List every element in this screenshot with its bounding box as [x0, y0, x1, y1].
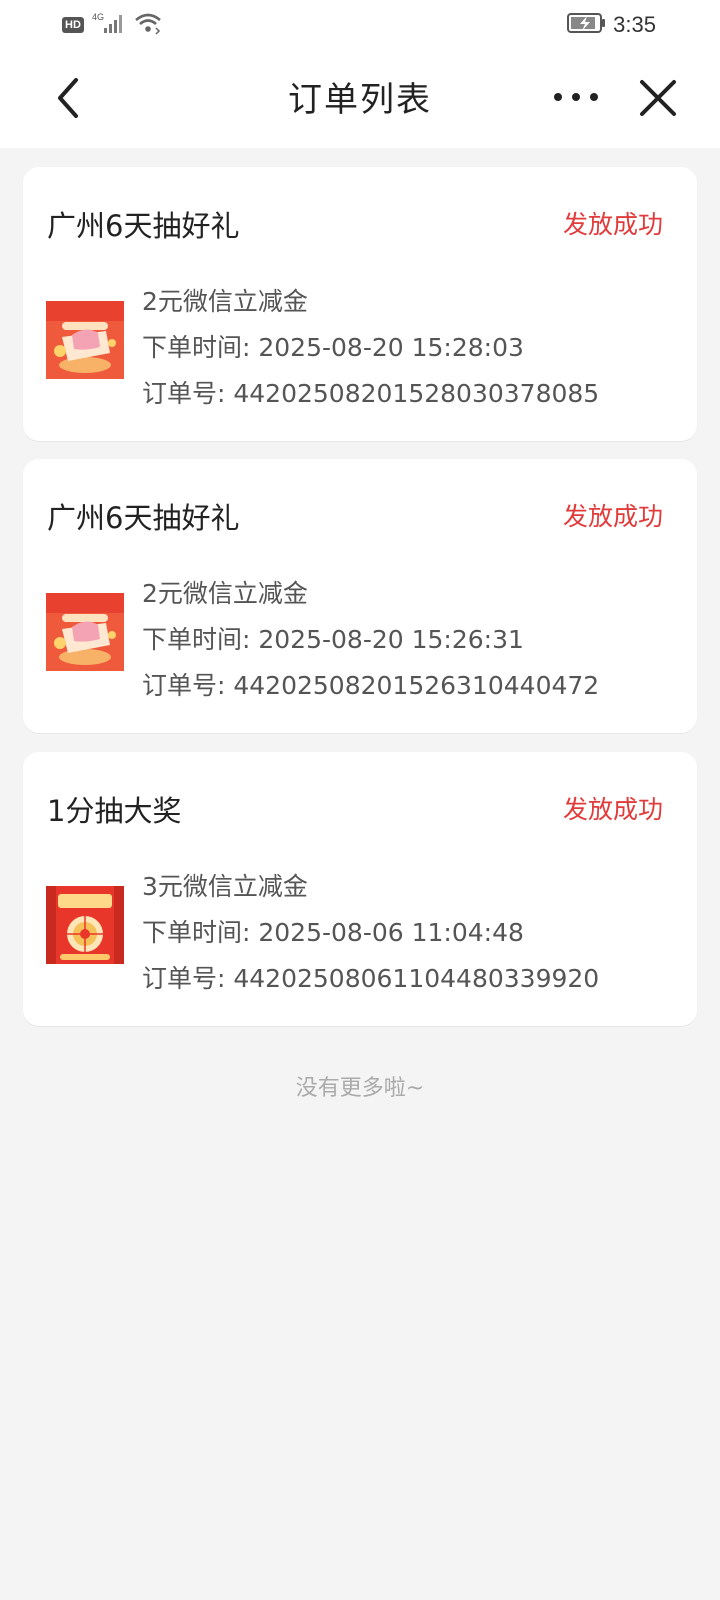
- order-details: 2元微信立减金 下单时间: 2025-08-20 15:26:31 订单号: 4…: [142, 571, 599, 709]
- signal-icon: 4G: [92, 11, 126, 39]
- order-number: 订单号: 44202508061104480339920: [142, 964, 600, 993]
- order-card[interactable]: 1分抽大奖 发放成功 3元微信立减金 下单时间: 2025-08-06 11:0…: [23, 752, 697, 1026]
- order-status: 发放成功: [562, 795, 663, 824]
- page-title: 订单列表: [288, 80, 432, 120]
- order-title: 广州6天抽好礼: [47, 209, 240, 243]
- svg-text:4G: 4G: [92, 12, 104, 22]
- wifi-icon: [134, 11, 162, 39]
- order-time: 下单时间: 2025-08-20 15:28:03: [142, 333, 524, 362]
- order-time: 下单时间: 2025-08-06 11:04:48: [142, 918, 524, 947]
- customer-gift-thumbnail: [46, 301, 124, 379]
- order-number: 订单号: 44202508201526310440472: [142, 671, 600, 700]
- order-status: 发放成功: [562, 210, 663, 239]
- customer-gift-thumbnail: [46, 593, 124, 671]
- clock: 3:35: [613, 12, 656, 37]
- close-button[interactable]: [636, 76, 680, 120]
- order-card[interactable]: 广州6天抽好礼 发放成功 2元微信立减金 下单时间: 2025-08-20 15…: [23, 459, 697, 733]
- more-dots-icon: [554, 93, 598, 101]
- order-item: 2元微信立减金: [142, 287, 308, 316]
- order-number: 订单号: 4420250820152803037808​5: [142, 379, 600, 408]
- hd-icon: HD: [62, 17, 84, 33]
- order-item: 2元微信立减金: [142, 579, 308, 608]
- status-bar-right: 3:35: [567, 10, 656, 40]
- close-icon: [640, 80, 676, 116]
- no-more-text: 没有更多啦~: [295, 1076, 425, 1101]
- order-title: 1分抽大奖: [47, 794, 182, 828]
- nav-bar: 订单列表: [0, 50, 720, 148]
- order-item: 3元微信立减金: [142, 872, 308, 901]
- battery-charging-icon: [567, 11, 607, 39]
- status-bar-left: HD 4G: [62, 12, 162, 38]
- order-details: 2元微信立减金 下单时间: 2025-08-20 15:28:03 订单号: 4…: [142, 279, 599, 417]
- lucky-draw-thumbnail: [46, 886, 124, 964]
- order-status: 发放成功: [562, 502, 663, 531]
- order-details: 3元微信立减金 下单时间: 2025-08-06 11:04:48 订单号: 4…: [142, 864, 599, 1002]
- status-bar: HD 4G 3:35: [0, 0, 720, 50]
- order-time: 下单时间: 2025-08-20 15:26:31: [142, 625, 524, 654]
- order-title: 广州6天抽好礼: [47, 501, 240, 535]
- more-button[interactable]: [552, 82, 600, 112]
- order-card[interactable]: 广州6天抽好礼 发放成功 2元微信立减金 下单时间: 2025-08-20 15…: [23, 167, 697, 441]
